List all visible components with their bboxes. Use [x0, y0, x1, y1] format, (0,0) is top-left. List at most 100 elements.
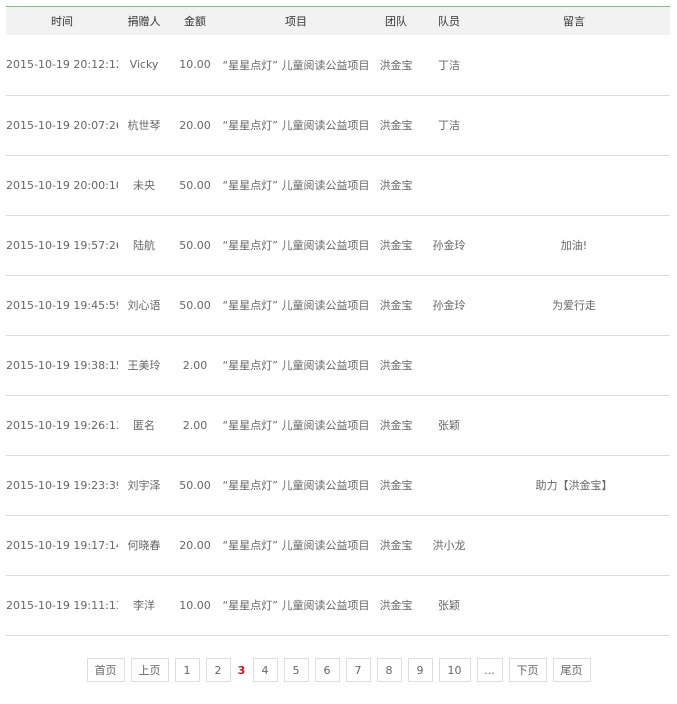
cell-message	[478, 155, 670, 215]
current-page: 3	[237, 663, 246, 677]
cell-project: “星星点灯” 儿童阅读公益项目	[222, 539, 370, 552]
cell-donor: 杭世琴	[127, 119, 161, 132]
cell-member: 孙金玲	[432, 239, 466, 252]
table-row: 2015-10-19 20:00:10 未央 50.00 “星星点灯” 儿童阅读公益项…	[6, 155, 670, 215]
cell-member	[420, 155, 478, 215]
cell-amount: 50.00	[179, 478, 211, 492]
column-header-message: 留言	[563, 15, 585, 28]
page-button-5[interactable]: 5	[283, 658, 309, 682]
last-page-button[interactable]: 尾页	[552, 658, 591, 682]
cell-project: “星星点灯” 儿童阅读公益项目	[222, 359, 370, 372]
cell-team: 洪金宝	[379, 419, 413, 432]
cell-member: 丁洁	[438, 58, 460, 72]
column-header-time: 时间	[51, 15, 73, 28]
cell-time: 2015-10-19 19:38:15	[6, 358, 118, 372]
page-button-2[interactable]: 2	[205, 658, 231, 682]
donation-table: 时间 捐赠人 金额 项目 团队 队员 留言 2015-10-19 20:12:1…	[6, 7, 670, 636]
cell-time: 2015-10-19 19:11:13	[6, 598, 118, 612]
table-row: 2015-10-19 19:38:15 王美玲 2.00 “星星点灯” 儿童阅读公益项…	[6, 335, 670, 395]
cell-time: 2015-10-19 20:12:12	[6, 58, 118, 72]
cell-donor: 李洋	[133, 599, 155, 612]
cell-donor: 匿名	[133, 419, 155, 432]
table-row: 2015-10-19 19:57:26 陆航 50.00 “星星点灯” 儿童阅读公益项…	[6, 215, 670, 275]
cell-team: 洪金宝	[379, 299, 413, 312]
cell-time: 2015-10-19 20:00:10	[6, 178, 118, 192]
cell-project: “星星点灯” 儿童阅读公益项目	[222, 119, 370, 132]
page-button-4[interactable]: 4	[252, 658, 278, 682]
cell-amount: 20.00	[179, 538, 211, 552]
cell-message	[478, 575, 670, 635]
cell-donor: 陆航	[133, 239, 155, 252]
table-row: 2015-10-19 19:11:13 李洋 10.00 “星星点灯” 儿童阅读公益项…	[6, 575, 670, 635]
cell-amount: 2.00	[182, 418, 208, 432]
cell-amount: 50.00	[179, 298, 211, 312]
column-header-member: 队员	[438, 15, 460, 28]
cell-team: 洪金宝	[379, 539, 413, 552]
cell-donor: 刘宇泽	[127, 479, 161, 492]
cell-project: “星星点灯” 儿童阅读公益项目	[222, 58, 370, 72]
cell-project: “星星点灯” 儿童阅读公益项目	[222, 299, 370, 312]
cell-team: 洪金宝	[379, 179, 413, 192]
page-button-1[interactable]: 1	[174, 658, 200, 682]
cell-message: 为爱行走	[552, 299, 596, 312]
cell-message: 加油!	[560, 239, 588, 252]
pagination: 首页 上页 1 2 3 4 5 6 7 8 9 10 ... 下页 尾页	[0, 658, 677, 682]
cell-message: 助力【洪金宝】	[535, 479, 613, 492]
table-header-row: 时间 捐赠人 金额 项目 团队 队员 留言	[6, 7, 670, 35]
donation-list: 时间 捐赠人 金额 项目 团队 队员 留言 2015-10-19 20:12:1…	[6, 6, 670, 636]
table-row: 2015-10-19 20:12:12 Vicky 10.00 “星星点灯” 儿童阅读…	[6, 35, 670, 95]
cell-team: 洪金宝	[379, 359, 413, 372]
cell-member: 张颖	[438, 419, 460, 432]
cell-donor: Vicky	[129, 58, 159, 72]
table-row: 2015-10-19 19:45:59 刘心语 50.00 “星星点灯” 儿童阅读公益…	[6, 275, 670, 335]
cell-message	[478, 515, 670, 575]
cell-team: 洪金宝	[379, 239, 413, 252]
prev-page-button[interactable]: 上页	[130, 658, 169, 682]
cell-amount: 50.00	[179, 238, 211, 252]
cell-donor: 刘心语	[127, 299, 161, 312]
table-row: 2015-10-19 19:23:39 刘宇泽 50.00 “星星点灯” 儿童阅读公益…	[6, 455, 670, 515]
first-page-button[interactable]: 首页	[86, 658, 125, 682]
page-button-9[interactable]: 9	[407, 658, 433, 682]
cell-member: 孙金玲	[432, 299, 466, 312]
cell-member: 洪小龙	[432, 539, 466, 552]
cell-project: “星星点灯” 儿童阅读公益项目	[222, 239, 370, 252]
page-button-7[interactable]: 7	[345, 658, 371, 682]
column-header-donor: 捐赠人	[127, 15, 161, 28]
cell-amount: 50.00	[179, 178, 211, 192]
next-page-button[interactable]: 下页	[508, 658, 547, 682]
cell-amount: 10.00	[179, 598, 211, 612]
cell-project: “星星点灯” 儿童阅读公益项目	[222, 419, 370, 432]
cell-time: 2015-10-19 19:23:39	[6, 478, 118, 492]
column-header-amount: 金额	[184, 15, 206, 28]
cell-message	[478, 95, 670, 155]
table-row: 2015-10-19 19:26:13 匿名 2.00 “星星点灯” 儿童阅读公益项目…	[6, 395, 670, 455]
cell-member: 丁洁	[438, 119, 460, 132]
cell-amount: 2.00	[182, 358, 208, 372]
cell-message	[478, 395, 670, 455]
cell-message	[478, 335, 670, 395]
page-button-8[interactable]: 8	[376, 658, 402, 682]
cell-member	[420, 455, 478, 515]
cell-time: 2015-10-19 19:26:13	[6, 418, 118, 432]
more-pages-button[interactable]: ...	[476, 658, 503, 682]
cell-time: 2015-10-19 19:45:59	[6, 298, 118, 312]
cell-team: 洪金宝	[379, 119, 413, 132]
cell-team: 洪金宝	[379, 479, 413, 492]
cell-time: 2015-10-19 19:57:26	[6, 238, 118, 252]
cell-project: “星星点灯” 儿童阅读公益项目	[222, 479, 370, 492]
cell-member: 张颖	[438, 599, 460, 612]
column-header-team: 团队	[385, 15, 407, 28]
cell-member	[420, 335, 478, 395]
table-row: 2015-10-19 20:07:26 杭世琴 20.00 “星星点灯” 儿童阅读公益…	[6, 95, 670, 155]
page-button-10[interactable]: 10	[438, 658, 471, 682]
cell-project: “星星点灯” 儿童阅读公益项目	[222, 179, 370, 192]
cell-time: 2015-10-19 20:07:26	[6, 118, 118, 132]
cell-team: 洪金宝	[379, 58, 413, 72]
cell-donor: 王美玲	[127, 359, 161, 372]
cell-donor: 未央	[133, 179, 155, 192]
cell-amount: 10.00	[179, 58, 211, 72]
page-button-6[interactable]: 6	[314, 658, 340, 682]
cell-donor: 何晓春	[127, 539, 161, 552]
cell-amount: 20.00	[179, 118, 211, 132]
